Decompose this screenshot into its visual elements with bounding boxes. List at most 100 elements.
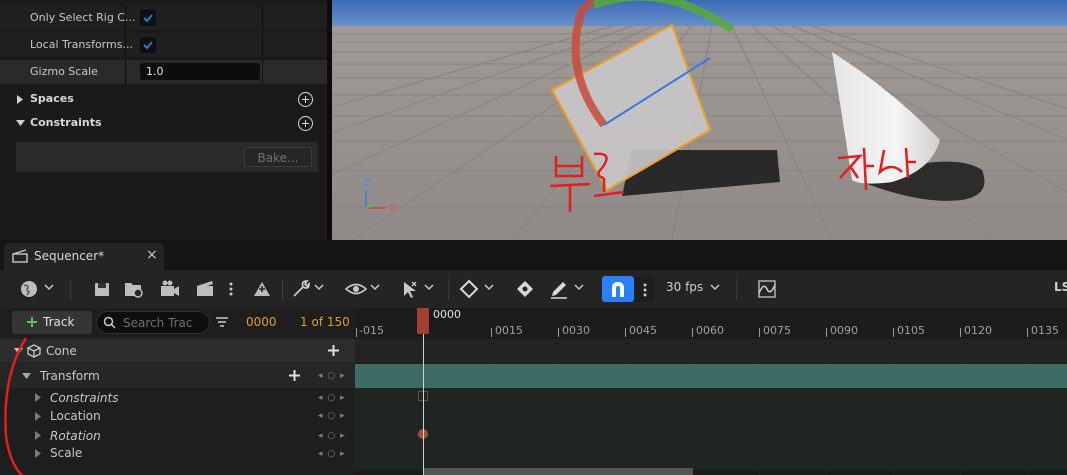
chevron-down-icon[interactable] — [710, 284, 720, 291]
track-name: Constraints — [50, 391, 119, 405]
magnet-icon — [612, 282, 624, 297]
property-label: Local Transforms... — [30, 38, 133, 51]
section-label: Spaces — [30, 92, 74, 105]
current-frame-display[interactable]: 0000 — [246, 315, 277, 329]
track-row-constraints[interactable]: Constraints ◂ ○ ▸ — [0, 388, 355, 408]
expand-arrow-icon[interactable] — [34, 393, 41, 402]
axis-z-label: Z — [363, 178, 370, 189]
add-space-icon[interactable] — [298, 92, 313, 107]
bake-button[interactable]: Bake... — [244, 147, 312, 167]
expand-arrow-icon — [17, 95, 23, 104]
key-navigation-controls[interactable]: ◂ ○ ▸ — [318, 449, 346, 459]
chevron-down-icon[interactable] — [484, 284, 494, 291]
track-row-transform[interactable]: Transform ◂ ○ ▸ — [0, 364, 355, 388]
key-navigation-controls[interactable]: ◂ ○ ▸ — [318, 431, 346, 441]
ruler-tick-label: 0060 — [696, 324, 724, 337]
checkmark-icon — [143, 41, 153, 50]
more-options-icon[interactable] — [228, 278, 234, 300]
pencil-icon[interactable] — [548, 278, 570, 300]
level-viewport[interactable]: Z X — [332, 0, 1067, 240]
snap-options-icon[interactable] — [642, 282, 648, 298]
property-row-only-select-rig: Only Select Rig C... — [0, 6, 327, 30]
chevron-down-icon[interactable] — [574, 284, 584, 291]
save-icon[interactable] — [92, 278, 112, 300]
search-tracks-field[interactable]: Search Tracks — [96, 311, 210, 334]
section-spaces[interactable]: Spaces — [0, 88, 327, 110]
checkmark-icon — [143, 14, 153, 23]
filter-icon[interactable] — [215, 315, 229, 329]
key-diamond-icon[interactable] — [458, 278, 480, 300]
playback-options-icon[interactable] — [398, 278, 422, 300]
gizmo-scale-input[interactable]: 1.0 — [140, 63, 260, 80]
chevron-down-icon[interactable] — [370, 284, 380, 291]
playhead-handle[interactable] — [417, 308, 429, 334]
frame-range-display: 1 of 150 — [300, 315, 350, 329]
add-constraint-icon[interactable] — [298, 116, 313, 131]
sequencer-timeline[interactable]: -015 0015 0030 0045 0060 0075 0090 0105 … — [355, 308, 1067, 475]
timeline-range-bar[interactable] — [423, 468, 693, 475]
add-track-button[interactable]: Track — [12, 311, 92, 334]
expand-arrow-icon[interactable] — [34, 431, 41, 440]
track-name: Cone — [46, 344, 77, 358]
property-row-local-transforms: Local Transforms... — [0, 33, 327, 57]
plus-icon — [27, 317, 37, 327]
ruler-tick-label: 0030 — [562, 324, 590, 337]
add-track-plus-icon[interactable] — [328, 345, 339, 356]
only-select-rig-checkbox[interactable] — [140, 10, 156, 26]
browse-icon[interactable] — [122, 278, 146, 300]
expand-arrow-icon[interactable] — [34, 449, 41, 458]
constraints-bake-area: Bake... — [16, 142, 318, 172]
ruler-tick-label: 0105 — [897, 324, 925, 337]
track-row-scale[interactable]: Scale ◂ ○ ▸ — [0, 445, 355, 465]
snap-group — [602, 276, 654, 302]
camera-icon[interactable] — [158, 278, 182, 300]
ruler-tick-label: 0045 — [629, 324, 657, 337]
ruler-tick-label: 0090 — [830, 324, 858, 337]
track-name: Scale — [50, 446, 83, 460]
timeline-row-cone — [355, 339, 1067, 363]
axis-x-label: X — [389, 203, 396, 214]
fps-selector[interactable]: 30 fps — [666, 280, 703, 294]
key-navigation-controls[interactable]: ◂ ○ ▸ — [318, 411, 346, 421]
world-icon[interactable] — [18, 278, 40, 300]
local-transforms-checkbox[interactable] — [140, 37, 156, 53]
auto-key-icon[interactable] — [514, 278, 536, 300]
search-placeholder: Search Tracks — [123, 316, 193, 330]
add-track-label: Track — [43, 315, 75, 329]
sequencer-tab-bar: Sequencer* × — [0, 243, 1067, 270]
collapse-arrow-icon — [16, 120, 25, 126]
render-movie-icon[interactable] — [194, 278, 218, 300]
sequencer-toolbar: 30 fps LS — [0, 270, 1067, 308]
track-name: Location — [50, 409, 101, 423]
curve-editor-icon[interactable] — [756, 278, 778, 300]
timeline-subtracks — [355, 388, 1067, 470]
track-row-cone[interactable]: Cone — [0, 339, 355, 363]
track-name: Transform — [40, 369, 100, 383]
chevron-down-icon[interactable] — [314, 284, 324, 291]
add-key-plus-icon[interactable] — [289, 370, 300, 381]
section-constraints[interactable]: Constraints — [0, 112, 327, 134]
tab-label: Sequencer* — [34, 249, 105, 263]
chevron-down-icon[interactable] — [424, 284, 434, 291]
time-ruler[interactable]: -015 0015 0030 0045 0060 0075 0090 0105 … — [355, 308, 1067, 338]
chevron-down-icon[interactable] — [44, 284, 54, 291]
key-navigation-controls[interactable]: ◂ ○ ▸ — [318, 371, 346, 381]
transform-section-bar[interactable] — [355, 364, 1067, 388]
eye-icon[interactable] — [344, 278, 368, 300]
property-label: Gizmo Scale — [30, 65, 98, 78]
search-icon — [103, 316, 116, 329]
ruler-tick-label: 0120 — [964, 324, 992, 337]
track-row-location[interactable]: Location ◂ ○ ▸ — [0, 407, 355, 427]
clapperboard-icon — [12, 249, 28, 263]
track-row-rotation[interactable]: Rotation ◂ ○ ▸ — [0, 426, 355, 446]
ruler-tick-label: -015 — [359, 324, 384, 337]
snap-toggle-button[interactable] — [602, 276, 634, 302]
tab-close-icon[interactable]: × — [146, 247, 158, 263]
property-label: Only Select Rig C... — [30, 11, 136, 24]
sequencer-outliner: Track Search Tracks 0000 1 of 150 Cone T… — [0, 308, 355, 475]
key-navigation-controls[interactable]: ◂ ○ ▸ — [318, 393, 346, 403]
wrench-icon[interactable] — [290, 278, 312, 300]
tab-sequencer[interactable]: Sequencer* × — [4, 243, 164, 270]
expand-arrow-icon[interactable] — [34, 412, 41, 421]
transfer-icon[interactable] — [250, 278, 274, 300]
